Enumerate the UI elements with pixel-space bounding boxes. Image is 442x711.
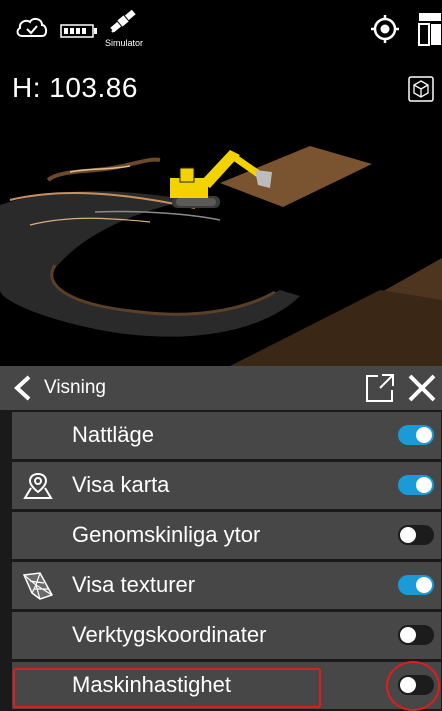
- setting-row-show-map[interactable]: Visa karta: [12, 462, 441, 509]
- simulator-label: Simulator: [105, 38, 144, 48]
- setting-label: Verktygskoordinater: [72, 622, 267, 647]
- machine-speed-toggle[interactable]: [398, 675, 434, 695]
- toggle-knob: [416, 427, 432, 443]
- texture-mesh-icon: [22, 572, 54, 600]
- 3d-viewport[interactable]: Simulator H: 103.86: [0, 0, 442, 366]
- ground-surface: [0, 191, 300, 337]
- setting-row-night-mode[interactable]: Nattläge: [12, 412, 441, 459]
- work-area-surface: [220, 146, 372, 207]
- status-bar: Simulator: [0, 0, 442, 56]
- setting-row-transparent-surfaces[interactable]: Genomskinliga ytor: [12, 512, 441, 559]
- cube-icon[interactable]: [408, 76, 434, 102]
- display-settings-panel: Visning Nattläge Visa karta Genomskinlig…: [0, 366, 442, 711]
- setting-label: Nattläge: [72, 422, 154, 447]
- road-line: [46, 157, 161, 182]
- setting-row-show-textures[interactable]: Visa texturer: [12, 562, 441, 609]
- popout-icon[interactable]: [364, 372, 396, 404]
- cloud-check-icon[interactable]: [14, 14, 50, 40]
- close-icon[interactable]: [406, 372, 438, 404]
- transparent-surfaces-toggle[interactable]: [398, 525, 434, 545]
- layers-icon[interactable]: [418, 12, 442, 46]
- panel-header: Visning: [0, 366, 442, 410]
- satellite-icon[interactable]: [108, 6, 138, 36]
- tool-coordinates-toggle[interactable]: [398, 625, 434, 645]
- setting-label: Visa texturer: [72, 572, 196, 597]
- height-readout: H: 103.86: [12, 72, 138, 103]
- setting-label: Maskinhastighet: [72, 672, 231, 697]
- battery-icon: [60, 24, 97, 38]
- panel-title: Visning: [44, 377, 106, 398]
- night-mode-toggle[interactable]: [398, 425, 434, 445]
- toggle-knob: [400, 627, 416, 643]
- target-icon[interactable]: [370, 14, 400, 44]
- toggle-knob: [400, 527, 416, 543]
- show-textures-toggle[interactable]: [398, 575, 434, 595]
- map-pin-icon: [23, 472, 53, 499]
- toggle-knob: [416, 477, 432, 493]
- setting-row-machine-speed[interactable]: Maskinhastighet: [12, 662, 441, 709]
- setting-label: Visa karta: [72, 472, 170, 497]
- toggle-knob: [416, 577, 432, 593]
- back-chevron-icon[interactable]: [12, 375, 34, 401]
- show-map-toggle[interactable]: [398, 475, 434, 495]
- setting-row-tool-coordinates[interactable]: Verktygskoordinater: [12, 612, 441, 659]
- setting-label: Genomskinliga ytor: [72, 522, 261, 547]
- toggle-knob: [400, 677, 416, 693]
